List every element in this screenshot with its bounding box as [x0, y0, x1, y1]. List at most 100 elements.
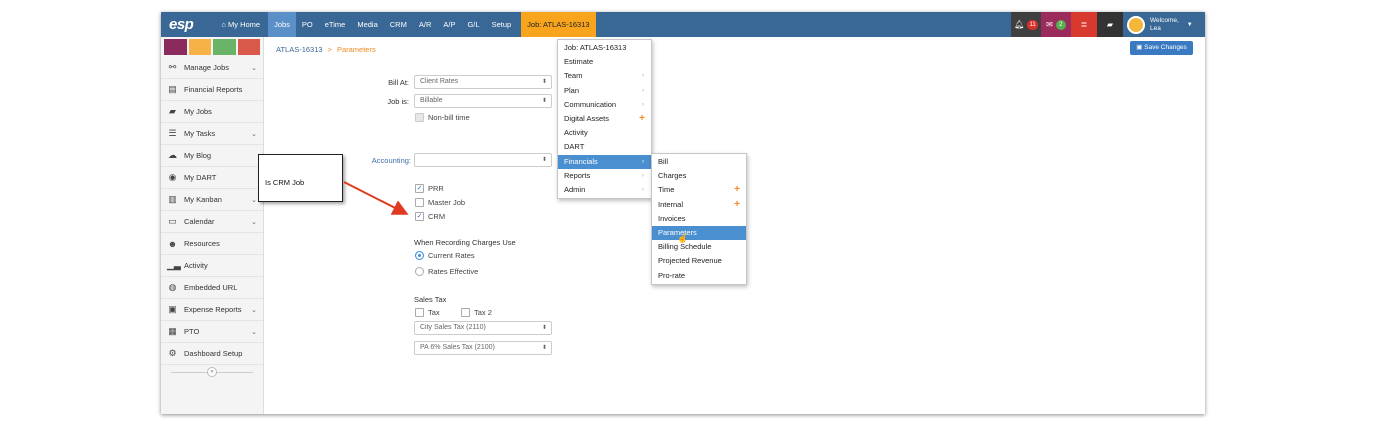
- financials-submenu: Bill Charges Time + Internal + Invoices Paramet…: [651, 153, 747, 285]
- job-menu-financials[interactable]: Financials ›: [558, 154, 651, 169]
- chevron-down-icon: ⌄: [251, 306, 257, 314]
- financials-menu-bill[interactable]: Bill: [652, 155, 746, 169]
- crm-checkbox[interactable]: ✓ CRM: [415, 212, 445, 221]
- nav-item-crm[interactable]: CRM: [384, 12, 413, 37]
- annotation-callout: Is CRM Job: [258, 154, 343, 202]
- esp-logo[interactable]: esp: [161, 16, 205, 33]
- sidebar-item-label: Calendar: [184, 217, 215, 226]
- breadcrumb: ATLAS-16313 > Parameters: [276, 45, 376, 54]
- sidebar-item-label: Expense Reports: [184, 305, 242, 314]
- collapse-sidebar-button[interactable]: «: [207, 367, 217, 377]
- nav-item-ar[interactable]: A/R: [413, 12, 438, 37]
- financials-menu-pro-rate[interactable]: Pro-rate: [652, 269, 746, 283]
- job-menu-plan[interactable]: Plan ›: [558, 84, 651, 98]
- sidebar-item-my-jobs[interactable]: ▰ My Jobs: [161, 101, 263, 123]
- sidebar-item-my-blog[interactable]: ☁ My Blog: [161, 145, 263, 167]
- rates-effective-radio[interactable]: Rates Effective: [415, 267, 478, 276]
- master-job-checkbox[interactable]: Master Job: [415, 198, 465, 207]
- chevron-down-icon: ⌄: [251, 130, 257, 138]
- job-menu-team[interactable]: Team ›: [558, 69, 651, 83]
- chevron-right-icon: ›: [641, 185, 644, 193]
- nav-item-media[interactable]: Media: [351, 12, 383, 37]
- sidebar-item-my-tasks[interactable]: ☰ My Tasks ⌄: [161, 123, 263, 145]
- nav-item-ap[interactable]: A/P: [437, 12, 461, 37]
- plus-icon[interactable]: +: [734, 183, 740, 197]
- app-window: esp ⌂ My Home Jobs PO eTime Media CRM A/R A/P G…: [161, 12, 1205, 414]
- sidebar-item-dashboard-setup[interactable]: ⚙ Dashboard Setup: [161, 343, 263, 365]
- nav-item-etime[interactable]: eTime: [319, 12, 352, 37]
- job-is-select[interactable]: Billable ⬍: [414, 94, 552, 108]
- top-nav: esp ⌂ My Home Jobs PO eTime Media CRM A/R A/P G…: [161, 12, 1205, 37]
- plus-icon[interactable]: +: [639, 112, 645, 126]
- tax-checkbox[interactable]: Tax: [415, 308, 440, 317]
- messages-button[interactable]: ✉ 2: [1041, 12, 1071, 37]
- sidebar-item-label: My Kanban: [184, 195, 222, 204]
- financials-menu-billing-schedule[interactable]: Billing Schedule: [652, 240, 746, 254]
- sidebar-item-my-kanban[interactable]: ▥ My Kanban ⌄: [161, 189, 263, 211]
- job-menu-dart[interactable]: DART: [558, 140, 651, 154]
- notifications-button[interactable]: 🔔︎ 11: [1011, 12, 1041, 37]
- sidebar-item-label: My Tasks: [184, 129, 216, 138]
- job-menu-estimate[interactable]: Estimate: [558, 55, 651, 69]
- chevron-right-icon: ›: [641, 157, 644, 165]
- job-menu-job-atlas-16313[interactable]: Job: ATLAS-16313: [558, 41, 651, 55]
- breadcrumb-current: Parameters: [336, 45, 376, 54]
- tax-select-2[interactable]: PA 6% Sales Tax (2100) ⬍: [414, 341, 552, 355]
- sidebar-item-embedded-url[interactable]: ◍ Embedded URL: [161, 277, 263, 299]
- sidebar-item-label: My DART: [184, 173, 217, 182]
- nav-item-jobs[interactable]: Jobs: [268, 12, 296, 37]
- job-menu-communication[interactable]: Communication ›: [558, 98, 651, 112]
- sidebar-item-pto[interactable]: ▦ PTO ⌄: [161, 321, 263, 343]
- financials-menu-invoices[interactable]: Invoices: [652, 212, 746, 226]
- sidebar-item-resources[interactable]: ☻ Resources: [161, 233, 263, 255]
- sidebar-item-label: Manage Jobs: [184, 63, 230, 72]
- financials-menu-projected-revenue[interactable]: Projected Revenue: [652, 254, 746, 268]
- color-swatch[interactable]: [237, 39, 260, 55]
- save-icon: ▣: [1136, 44, 1145, 51]
- notes-button[interactable]: ▰: [1097, 12, 1123, 37]
- tax2-checkbox[interactable]: Tax 2: [461, 308, 492, 317]
- non-bill-checkbox[interactable]: Non-bill time: [415, 113, 470, 122]
- current-rates-radio[interactable]: Current Rates: [415, 251, 475, 260]
- sidebar-item-expense-reports[interactable]: ▣ Expense Reports ⌄: [161, 299, 263, 321]
- nav-item-setup[interactable]: Setup: [486, 12, 518, 37]
- sidebar-item-manage-jobs[interactable]: ⚯ Manage Jobs ⌄: [161, 57, 263, 79]
- database-button[interactable]: ≣: [1071, 12, 1097, 37]
- message-badge: 2: [1055, 19, 1066, 30]
- sidebar-item-my-dart[interactable]: ◉ My DART: [161, 167, 263, 189]
- nav-my-home[interactable]: ⌂ My Home: [205, 12, 268, 37]
- accounting-select[interactable]: ⬍: [414, 153, 552, 167]
- database-icon: ≣: [1080, 20, 1088, 29]
- color-swatch[interactable]: [164, 39, 187, 55]
- nav-right: 🔔︎ 11 ✉ 2 ≣ ▰ Welcome, Lea ▼: [1011, 12, 1205, 37]
- color-swatch[interactable]: [213, 39, 236, 55]
- job-menu-activity[interactable]: Activity: [558, 126, 651, 140]
- color-swatch[interactable]: [188, 39, 211, 55]
- nav-job-tag[interactable]: Job: ATLAS-16313: [521, 12, 596, 37]
- user-menu[interactable]: Welcome, Lea ▼: [1123, 12, 1205, 37]
- job-menu-digital-assets[interactable]: Digital Assets +: [558, 112, 651, 126]
- notification-badge: 11: [1027, 19, 1038, 30]
- nav-item-gl[interactable]: G/L: [461, 12, 485, 37]
- tax-select-1[interactable]: City Sales Tax (2110) ⬍: [414, 321, 552, 335]
- bill-at-select[interactable]: Client Rates ⬍: [414, 75, 552, 89]
- financials-menu-parameters[interactable]: Parameters: [652, 225, 746, 241]
- plus-icon[interactable]: +: [734, 198, 740, 212]
- breadcrumb-job-link[interactable]: ATLAS-16313: [276, 45, 323, 54]
- bell-icon: 🔔︎: [1014, 20, 1025, 29]
- nav-item-po[interactable]: PO: [296, 12, 319, 37]
- financials-menu-charges[interactable]: Charges: [652, 169, 746, 183]
- sidebar-item-calendar[interactable]: ▭ Calendar ⌄: [161, 211, 263, 233]
- job-menu-admin[interactable]: Admin ›: [558, 183, 651, 197]
- chevron-right-icon: ›: [641, 86, 644, 94]
- job-menu-reports[interactable]: Reports ›: [558, 169, 651, 183]
- cogs-icon: ⚙: [168, 348, 177, 358]
- prr-checkbox[interactable]: ✓ PRR: [415, 184, 444, 193]
- financials-menu-internal[interactable]: Internal +: [652, 198, 746, 212]
- envelope-icon: ✉: [1046, 20, 1053, 29]
- save-changes-button[interactable]: ▣ Save Changes: [1130, 41, 1193, 55]
- sidebar-item-activity[interactable]: ▁▃ Activity: [161, 255, 263, 277]
- sidebar-item-financial-reports[interactable]: ▤ Financial Reports: [161, 79, 263, 101]
- activity-icon: ▁▃: [167, 260, 181, 270]
- financials-menu-time[interactable]: Time +: [652, 183, 746, 197]
